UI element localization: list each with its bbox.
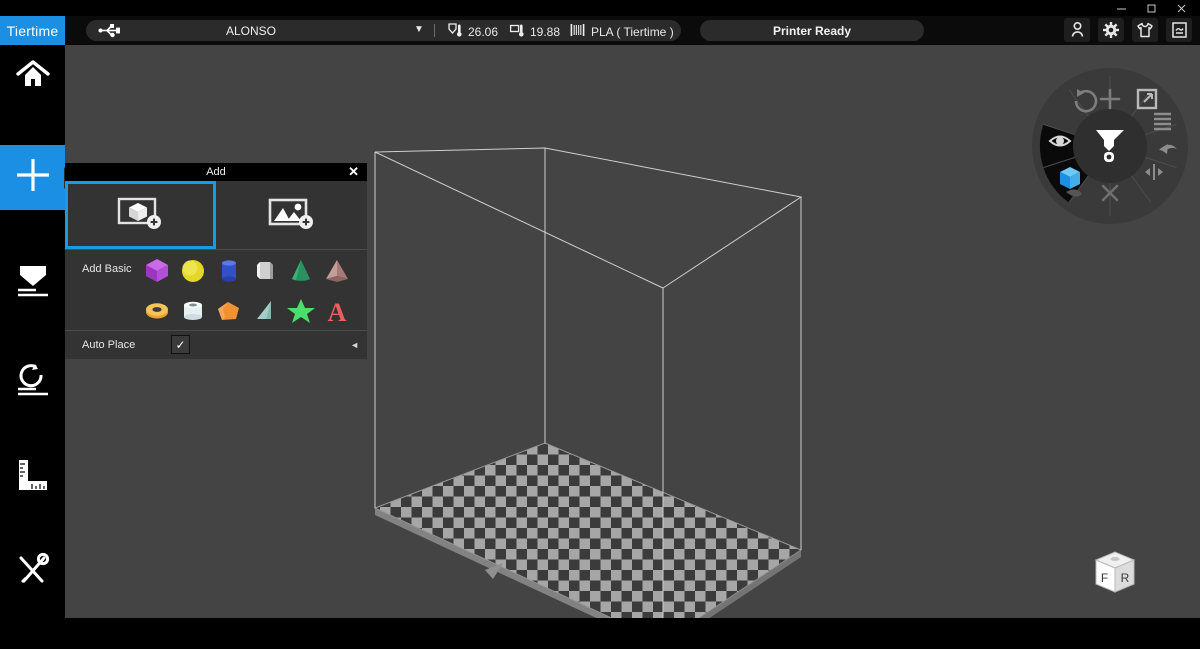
- usb-icon: [98, 23, 120, 38]
- sidebar-item-maintenance[interactable]: [0, 540, 65, 605]
- material-icon: [570, 23, 585, 40]
- printer-status-bar: Printer Ready: [700, 20, 924, 41]
- log-icon[interactable]: [1166, 18, 1192, 42]
- top-right-icons: [1064, 18, 1192, 42]
- status-text: Printer Ready: [772, 23, 852, 38]
- printer-name[interactable]: ALONSO: [126, 20, 376, 41]
- view-cube-right-label: R: [1121, 571, 1130, 585]
- tshirt-icon[interactable]: [1132, 18, 1158, 42]
- gear-icon[interactable]: [1098, 18, 1124, 42]
- sidebar-item-home[interactable]: [0, 45, 65, 110]
- basic-shapes-row-2: A: [139, 293, 355, 329]
- sidebar-item-add[interactable]: [0, 145, 74, 210]
- material-info: PLA ( Tiertime ): [570, 23, 674, 40]
- close-icon[interactable]: [1166, 0, 1196, 16]
- tools-icon: [16, 552, 50, 592]
- bed-temp-value: 19.88: [530, 25, 561, 39]
- close-icon[interactable]: ✕: [348, 164, 359, 180]
- nozzle-temperature: 26.06: [448, 23, 498, 41]
- collapse-arrow-icon[interactable]: ◄: [350, 340, 359, 350]
- toolbar-divider: [434, 24, 435, 37]
- nozzle-temp-icon: [448, 23, 462, 41]
- shape-pentagon-prism[interactable]: [211, 293, 247, 329]
- printer-info-bar: ALONSO ▼ 26.06 19.88 PLA (Tiertime): [86, 20, 681, 41]
- maximize-icon[interactable]: [1136, 0, 1166, 16]
- shape-wedge[interactable]: [247, 293, 283, 329]
- auto-place-checkbox[interactable]: ✓: [171, 335, 190, 354]
- window-bottom-fill: [0, 618, 1200, 649]
- auto-place-label: Auto Place: [82, 339, 136, 351]
- add-basic-section: Add Basic A: [65, 250, 367, 331]
- window-controls: [1106, 0, 1196, 16]
- tab-add-model[interactable]: [65, 181, 216, 249]
- shape-hex-prism[interactable]: [247, 253, 283, 289]
- add-basic-label: Add Basic: [82, 263, 132, 275]
- bed-temperature: 19.88: [509, 23, 561, 41]
- nozzle-temp-value: 26.06: [468, 25, 499, 39]
- chevron-down-icon[interactable]: ▼: [414, 24, 424, 35]
- rotate-icon: [15, 363, 51, 402]
- shape-torus[interactable]: [139, 293, 175, 329]
- auto-place-row: Auto Place ✓ ◄: [65, 331, 367, 359]
- view-cube-front-label: F: [1101, 571, 1108, 585]
- basic-shapes-row-1: [139, 253, 355, 289]
- build-plate: [373, 442, 803, 618]
- tab-add-image[interactable]: [216, 181, 367, 249]
- shape-pyramid[interactable]: [319, 253, 355, 289]
- view-orientation-cube[interactable]: F R: [1088, 548, 1142, 598]
- user-icon[interactable]: [1064, 18, 1090, 42]
- shape-text[interactable]: A: [319, 293, 355, 329]
- shape-cube[interactable]: [139, 253, 175, 289]
- brand-logo: Tiertime: [0, 16, 65, 45]
- home-icon: [15, 60, 50, 95]
- window-titlebar: [0, 0, 1200, 16]
- add-panel: Add ✕ Add Basic A Auto Place ✓ ◄: [65, 163, 367, 359]
- left-sidebar: [0, 45, 74, 649]
- material-name: PLA ( Tiertime ): [591, 24, 674, 39]
- shape-cone[interactable]: [283, 253, 319, 289]
- sidebar-item-rotate[interactable]: [0, 350, 65, 415]
- panel-title: Add: [206, 166, 226, 178]
- svg-text:A: A: [328, 298, 347, 327]
- shape-tube[interactable]: [175, 293, 211, 329]
- sidebar-item-measure[interactable]: [0, 445, 65, 510]
- radial-tool-menu[interactable]: [1032, 68, 1188, 224]
- minimize-icon[interactable]: [1106, 0, 1136, 16]
- sidebar-item-place[interactable]: [0, 250, 65, 315]
- shape-star[interactable]: [283, 293, 319, 329]
- tiertime-up-studio-window: Tiertime ALONSO ▼ 26.06 19.88 PLA (Tier…: [0, 0, 1200, 649]
- shape-sphere[interactable]: [175, 253, 211, 289]
- add-model-icon: [117, 195, 165, 236]
- ruler-icon: [16, 458, 50, 497]
- place-icon: [15, 263, 51, 302]
- add-panel-header: Add ✕: [65, 163, 367, 181]
- add-image-icon: [268, 195, 316, 236]
- bed-temp-icon: [509, 23, 524, 41]
- plus-icon: [14, 156, 52, 199]
- shape-cylinder[interactable]: [211, 253, 247, 289]
- add-panel-tabs: [65, 181, 367, 250]
